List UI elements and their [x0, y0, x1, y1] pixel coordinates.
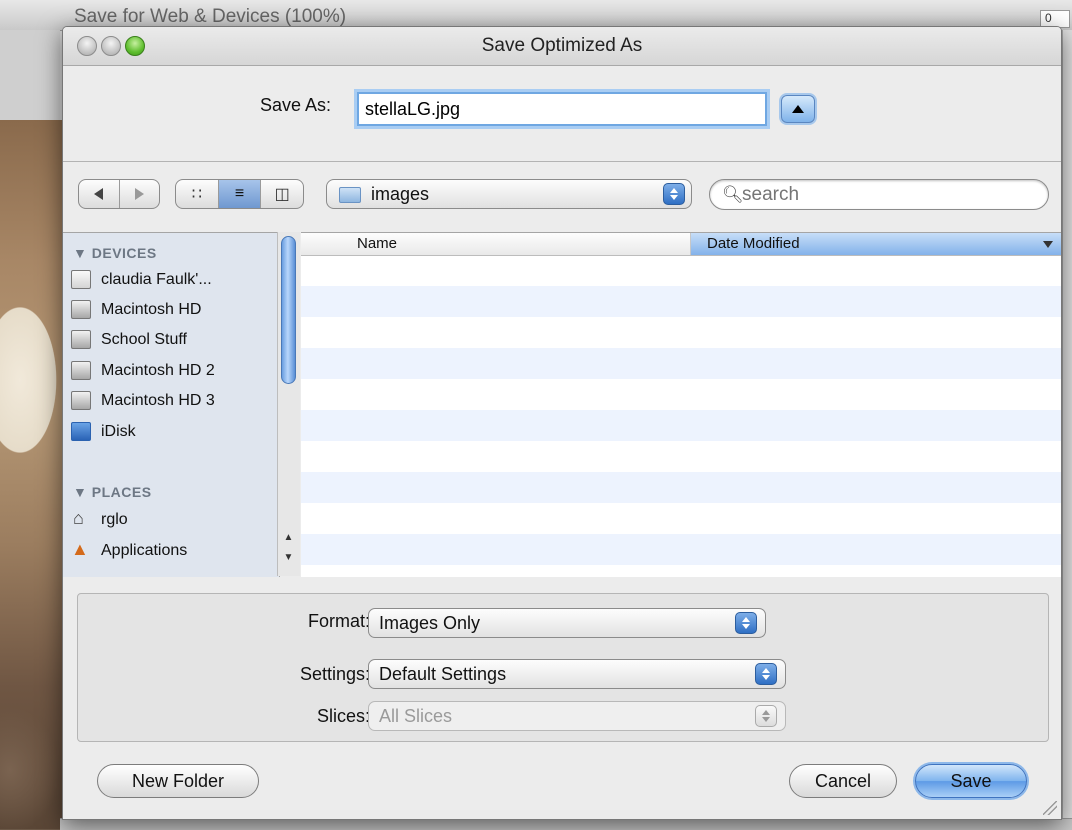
sidebar-item-label: Macintosh HD 2 [101, 362, 215, 379]
sidebar-item-label: Applications [101, 542, 188, 559]
format-value: Images Only [379, 613, 481, 633]
folder-icon [339, 187, 361, 203]
back-arrow-icon [94, 188, 104, 200]
save-as-filename-input[interactable] [357, 92, 767, 126]
file-list[interactable]: Name Date Modified [301, 232, 1061, 577]
slices-popup: All Slices [368, 701, 786, 731]
sort-descending-icon [1043, 241, 1053, 248]
sidebar-place-applications[interactable]: ▲ Applications [71, 538, 188, 564]
sidebar-item-label: rglo [101, 511, 128, 528]
sidebar-device-school-stuff[interactable]: School Stuff [71, 327, 187, 353]
divider [63, 161, 1061, 162]
location-label: images [371, 184, 430, 204]
background-right-edge [1062, 30, 1072, 829]
sidebar-device-macintosh-hd-3[interactable]: Macintosh HD 3 [71, 388, 215, 414]
resize-grip-icon[interactable] [1043, 801, 1057, 815]
collapse-browser-button[interactable] [781, 95, 815, 123]
icon-grid-icon: ∷ [191, 186, 202, 203]
list-view-button[interactable]: ≡ [218, 180, 262, 208]
hard-disk-icon [71, 330, 91, 349]
hard-disk-icon [71, 391, 91, 410]
scroll-down-arrow-icon[interactable]: ▼ [281, 548, 296, 568]
sidebar-item-label: iDisk [101, 423, 136, 440]
hard-disk-icon [71, 361, 91, 380]
column-view-button[interactable]: ◫ [261, 180, 303, 208]
slices-label: Slices: [316, 706, 370, 726]
popup-arrows-icon [755, 705, 777, 727]
list-row [301, 317, 1061, 348]
devices-heading: ▼ DEVICES [73, 245, 157, 261]
back-forward-control [78, 179, 160, 209]
list-row [301, 503, 1061, 534]
slices-value: All Slices [379, 706, 453, 726]
popup-arrows-icon [755, 663, 777, 685]
forward-button[interactable] [120, 180, 160, 208]
applications-icon: ▲ [71, 539, 89, 559]
list-row [301, 441, 1061, 472]
list-row [301, 534, 1061, 565]
list-row [301, 565, 1061, 577]
list-row [301, 255, 1061, 286]
sidebar-scroll-arrows[interactable]: ▲ ▼ [281, 528, 296, 568]
format-label: Format: [307, 611, 370, 631]
settings-value: Default Settings [379, 664, 507, 684]
popup-arrows-icon [663, 183, 685, 205]
icon-view-button[interactable]: ∷ [176, 180, 219, 208]
settings-label: Settings: [299, 664, 370, 684]
column-header-name[interactable]: Name [301, 233, 691, 255]
list-row [301, 410, 1061, 441]
sidebar-item-label: School Stuff [101, 331, 187, 348]
idisk-icon [71, 422, 91, 441]
view-mode-control: ∷ ≡ ◫ [175, 179, 304, 209]
search-field[interactable]: 🔍︎ [709, 179, 1049, 210]
sidebar-scroll-thumb[interactable] [281, 236, 296, 384]
sidebar-item-label: claudia Faulk'... [101, 271, 212, 288]
save-as-label: Save As: [260, 95, 332, 115]
background-photo [0, 120, 62, 829]
forward-arrow-icon [134, 188, 144, 200]
hard-disk-icon [71, 300, 91, 319]
triangle-up-icon [792, 105, 804, 113]
sidebar-item-label: Macintosh HD 3 [101, 392, 215, 409]
background-window-title: Save for Web & Devices (100%) [74, 6, 347, 27]
list-row [301, 286, 1061, 317]
column-header-date-modified[interactable]: Date Modified [691, 233, 1061, 255]
sidebar: ▼ DEVICES claudia Faulk'... Macintosh HD… [63, 232, 280, 577]
popup-arrows-icon [735, 612, 757, 634]
save-button[interactable]: Save [915, 764, 1027, 798]
file-list-header: Name Date Modified [301, 233, 1061, 256]
list-row [301, 379, 1061, 410]
format-popup[interactable]: Images Only [368, 608, 766, 638]
sidebar-place-rglo[interactable]: ⌂ rglo [73, 507, 128, 533]
location-popup[interactable]: images [326, 179, 692, 209]
sidebar-scrollbar[interactable]: ▲ ▼ [277, 232, 300, 576]
places-heading: ▼ PLACES [73, 484, 152, 500]
list-row [301, 472, 1061, 503]
search-input[interactable] [740, 183, 1034, 207]
column-header-label: Date Modified [707, 235, 800, 252]
sidebar-device-macintosh-hd-2[interactable]: Macintosh HD 2 [71, 358, 215, 384]
save-dialog: Save Optimized As Save As: ∷ ≡ ◫ images … [62, 26, 1062, 820]
sidebar-device-idisk[interactable]: iDisk [71, 419, 136, 445]
list-lines-icon: ≡ [234, 185, 245, 202]
dialog-titlebar: Save Optimized As [63, 27, 1061, 66]
new-folder-button[interactable]: New Folder [97, 764, 259, 798]
options-panel: Format: Images Only Settings: Default Se… [77, 593, 1049, 742]
sidebar-device-macintosh-hd[interactable]: Macintosh HD [71, 297, 202, 323]
hard-disk-icon [71, 270, 91, 289]
columns-icon: ◫ [274, 186, 290, 203]
sidebar-device-claudia[interactable]: claudia Faulk'... [71, 267, 212, 293]
sidebar-item-label: Macintosh HD [101, 301, 202, 318]
back-button[interactable] [79, 180, 120, 208]
dialog-title: Save Optimized As [481, 35, 643, 56]
scroll-up-arrow-icon[interactable]: ▲ [281, 528, 296, 548]
home-icon: ⌂ [73, 508, 84, 528]
settings-popup[interactable]: Default Settings [368, 659, 786, 689]
cancel-button[interactable]: Cancel [789, 764, 897, 798]
list-row [301, 348, 1061, 379]
